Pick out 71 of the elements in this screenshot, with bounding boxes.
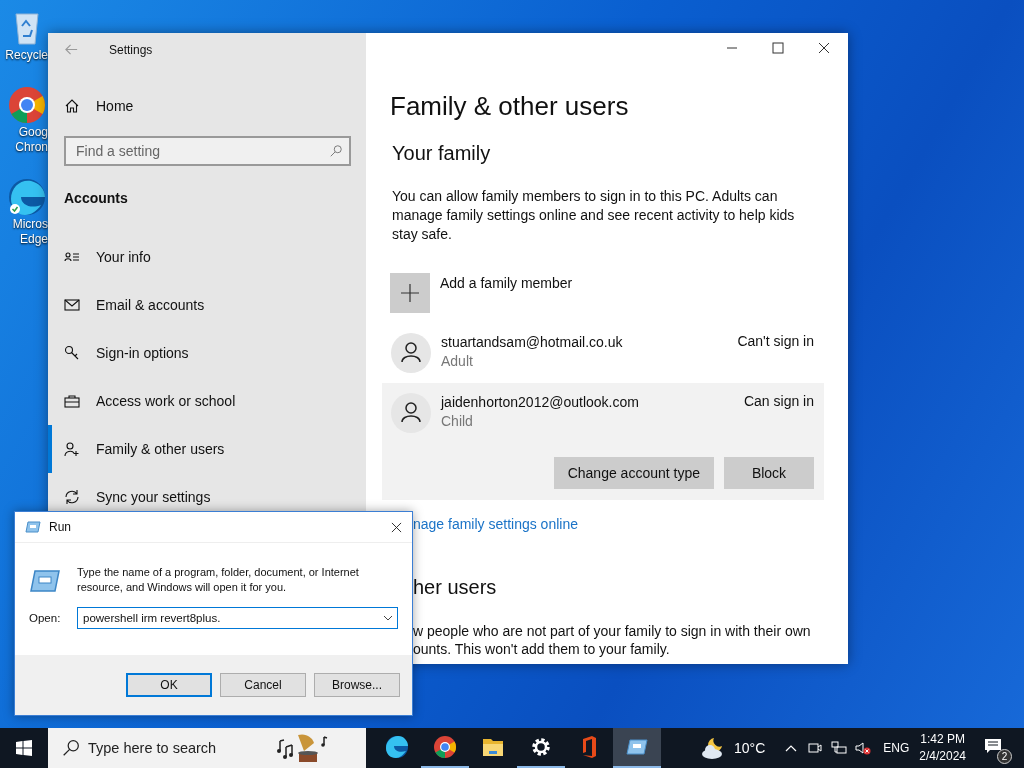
desktop-icon-label: Edge [19, 232, 48, 247]
nav-item[interactable]: Sync your settings [48, 473, 350, 521]
search-field[interactable]: Find a setting [64, 136, 351, 166]
language-indicator[interactable]: ENG [883, 741, 910, 755]
home-icon [64, 98, 80, 114]
window-title: Settings [109, 42, 153, 57]
edge-icon[interactable] [7, 177, 47, 217]
notification-badge: 2 [997, 749, 1012, 764]
desktop-icon-label: Goog [18, 125, 48, 140]
close-icon[interactable] [818, 42, 830, 54]
member-role: Adult [441, 352, 474, 371]
section-heading: her users [413, 576, 498, 599]
notification-icon[interactable] [984, 738, 1002, 754]
nav-item[interactable]: Your info [48, 233, 350, 281]
camera-icon[interactable] [807, 740, 824, 756]
dialog-button[interactable]: Browse... [314, 673, 400, 697]
section-heading: Your family [392, 142, 492, 165]
clock-time[interactable]: 1:42 PM [920, 731, 965, 748]
taskbar-search-field[interactable]: Type here to search [48, 728, 366, 768]
dropdown-caret-icon[interactable] [383, 615, 393, 621]
run-icon[interactable] [613, 728, 661, 768]
member-email: jaidenhorton2012@outlook.com [441, 393, 640, 411]
page-heading: Family & other users [390, 90, 630, 123]
desktop-icon-label: Chron [15, 140, 48, 155]
nav-item[interactable]: Access work or school [48, 377, 350, 425]
instruction-text: Type the name of a program, folder, document, or Internet resource, and Windows will open it for you. [77, 565, 360, 595]
plus-icon[interactable] [390, 273, 430, 313]
nav-item[interactable]: Family & other users [48, 425, 350, 473]
description-text: ounts. This won't add them to your family. [413, 640, 671, 658]
dialog-title: Run [49, 520, 72, 534]
briefcase-icon [64, 393, 80, 409]
open-combo-box[interactable]: powershell irm revert8plus. [77, 607, 398, 629]
search-icon [329, 144, 343, 158]
temperature-text[interactable]: 10°C [734, 740, 766, 756]
run-icon [29, 569, 61, 593]
home-nav-item[interactable]: Home [64, 82, 350, 130]
chrome-icon[interactable] [7, 85, 47, 125]
avatar-icon [391, 333, 431, 373]
windows-start-icon[interactable] [16, 740, 32, 756]
member-role: Child [441, 412, 474, 431]
member-email: stuartandsam@hotmail.co.uk [441, 333, 624, 351]
member-status: Can sign in [743, 393, 814, 411]
nav-item[interactable]: Email & accounts [48, 281, 350, 329]
member-status: Can't sign in [737, 333, 814, 351]
description-text: You can allow family members to sign in to this PC. Adults can manage family settings online and see recent activity to help kids stay safe. [392, 187, 796, 244]
member-row[interactable]: jaidenhorton2012@outlook.com Child Can sign in Change account type Block [382, 383, 824, 500]
close-icon[interactable] [391, 521, 402, 533]
desktop-icon-label: Recycle [5, 48, 48, 63]
sync-icon [64, 489, 80, 505]
nav-item[interactable]: Sign-in options [48, 329, 350, 377]
desktop-icon-label: Micros [12, 217, 48, 232]
action-button[interactable]: Block [724, 457, 814, 489]
speaker-muted-icon[interactable] [855, 740, 872, 756]
envelope-icon [64, 297, 80, 313]
dialog-button[interactable]: OK [126, 673, 212, 697]
manage-link[interactable]: nage family settings online [413, 516, 824, 532]
add-member-link[interactable]: Add a family member [440, 275, 573, 323]
member-row[interactable]: stuartandsam@hotmail.co.uk Adult Can't sign in [382, 323, 824, 383]
action-button[interactable]: Change account type [553, 457, 714, 489]
search-icon [62, 739, 80, 757]
dialog-button[interactable]: Cancel [220, 673, 306, 697]
open-label: Open: [29, 612, 61, 624]
network-icon[interactable] [831, 740, 848, 756]
maximize-icon[interactable] [772, 42, 784, 54]
avatar-icon [391, 393, 431, 433]
clock-date[interactable]: 2/4/2024 [919, 748, 966, 765]
run-icon [25, 521, 41, 533]
section-heading: Accounts [64, 190, 129, 206]
key-icon [64, 345, 80, 361]
person-plus-icon [64, 441, 80, 457]
description-text: w people who are not part of your family to sign in with their own [413, 622, 812, 640]
